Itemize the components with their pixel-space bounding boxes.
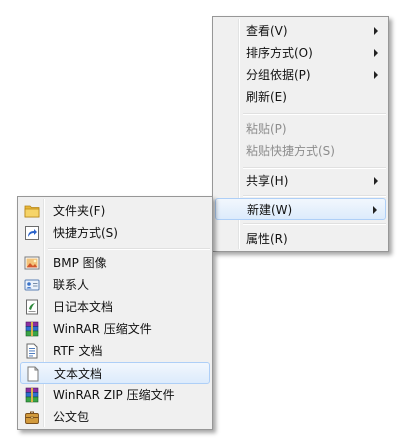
menu-item-label: 文本文档	[54, 367, 103, 381]
menu-item-paste-shortcut[interactable]: 粘贴快捷方式(S)	[215, 140, 386, 162]
submenu-item-briefcase[interactable]: 公文包	[20, 406, 210, 428]
menu-item-label: 粘贴快捷方式(S)	[246, 144, 335, 158]
menu-item-label: 联系人	[53, 278, 90, 292]
folder-icon	[24, 203, 40, 219]
submenu-item-rtf-document[interactable]: RTF 文档	[20, 340, 210, 362]
submenu-item-winrar-archive[interactable]: WinRAR 压缩文件	[20, 318, 210, 340]
menu-item-label: WinRAR ZIP 压缩文件	[53, 388, 175, 402]
submenu-arrow-icon	[374, 71, 378, 79]
menu-item-label: 查看(V)	[246, 24, 288, 38]
menu-item-sort-by[interactable]: 排序方式(O)	[215, 42, 386, 64]
menu-separator	[243, 113, 386, 115]
desktop-context-menu: 查看(V) 排序方式(O) 分组依据(P) 刷新(E) 粘贴(P) 粘贴快捷方式…	[212, 16, 389, 252]
bmp-image-icon	[24, 255, 40, 271]
menu-item-label: 新建(W)	[247, 203, 293, 217]
submenu-item-contact[interactable]: 联系人	[20, 274, 210, 296]
shortcut-icon	[24, 225, 40, 241]
menu-item-new[interactable]: 新建(W)	[215, 198, 386, 220]
menu-item-view[interactable]: 查看(V)	[215, 20, 386, 42]
menu-item-properties[interactable]: 属性(R)	[215, 228, 386, 250]
contact-icon	[24, 277, 40, 293]
submenu-item-bmp-image[interactable]: BMP 图像	[20, 252, 210, 274]
submenu-arrow-icon	[374, 27, 378, 35]
menu-item-paste[interactable]: 粘贴(P)	[215, 118, 386, 140]
menu-item-label: BMP 图像	[53, 256, 107, 270]
menu-item-label: 文件夹(F)	[53, 204, 106, 218]
new-submenu: 文件夹(F) 快捷方式(S) BMP 图像 联系人 日记本文档 WinRAR 压…	[17, 196, 213, 430]
submenu-item-text-document[interactable]: 文本文档	[20, 362, 210, 384]
menu-item-label: RTF 文档	[53, 344, 103, 358]
submenu-arrow-icon	[374, 177, 378, 185]
menu-item-label: 刷新(E)	[246, 90, 287, 104]
menu-item-label: 分组依据(P)	[246, 68, 311, 82]
menu-item-label: 日记本文档	[53, 300, 114, 314]
submenu-arrow-icon	[374, 49, 378, 57]
menu-item-label: 属性(R)	[246, 232, 288, 246]
menu-item-label: 共享(H)	[246, 174, 289, 188]
text-document-icon	[25, 366, 41, 382]
menu-separator	[243, 223, 386, 225]
briefcase-icon	[24, 409, 40, 425]
menu-item-label: 快捷方式(S)	[53, 226, 118, 240]
menu-separator	[243, 167, 386, 169]
winrar-zip-icon	[24, 387, 40, 403]
menu-item-label: WinRAR 压缩文件	[53, 322, 152, 336]
menu-separator	[48, 248, 210, 250]
rtf-document-icon	[24, 343, 40, 359]
menu-item-refresh[interactable]: 刷新(E)	[215, 86, 386, 108]
winrar-icon	[24, 321, 40, 337]
menu-item-label: 粘贴(P)	[246, 122, 287, 136]
submenu-arrow-icon	[373, 206, 377, 214]
journal-icon	[24, 299, 40, 315]
menu-item-group-by[interactable]: 分组依据(P)	[215, 64, 386, 86]
submenu-item-winrar-zip[interactable]: WinRAR ZIP 压缩文件	[20, 384, 210, 406]
submenu-item-journal[interactable]: 日记本文档	[20, 296, 210, 318]
menu-item-label: 排序方式(O)	[246, 46, 313, 60]
menu-item-share[interactable]: 共享(H)	[215, 170, 386, 192]
menu-item-label: 公文包	[53, 410, 90, 424]
menu-separator	[243, 195, 386, 197]
submenu-item-folder[interactable]: 文件夹(F)	[20, 200, 210, 222]
submenu-item-shortcut[interactable]: 快捷方式(S)	[20, 222, 210, 244]
